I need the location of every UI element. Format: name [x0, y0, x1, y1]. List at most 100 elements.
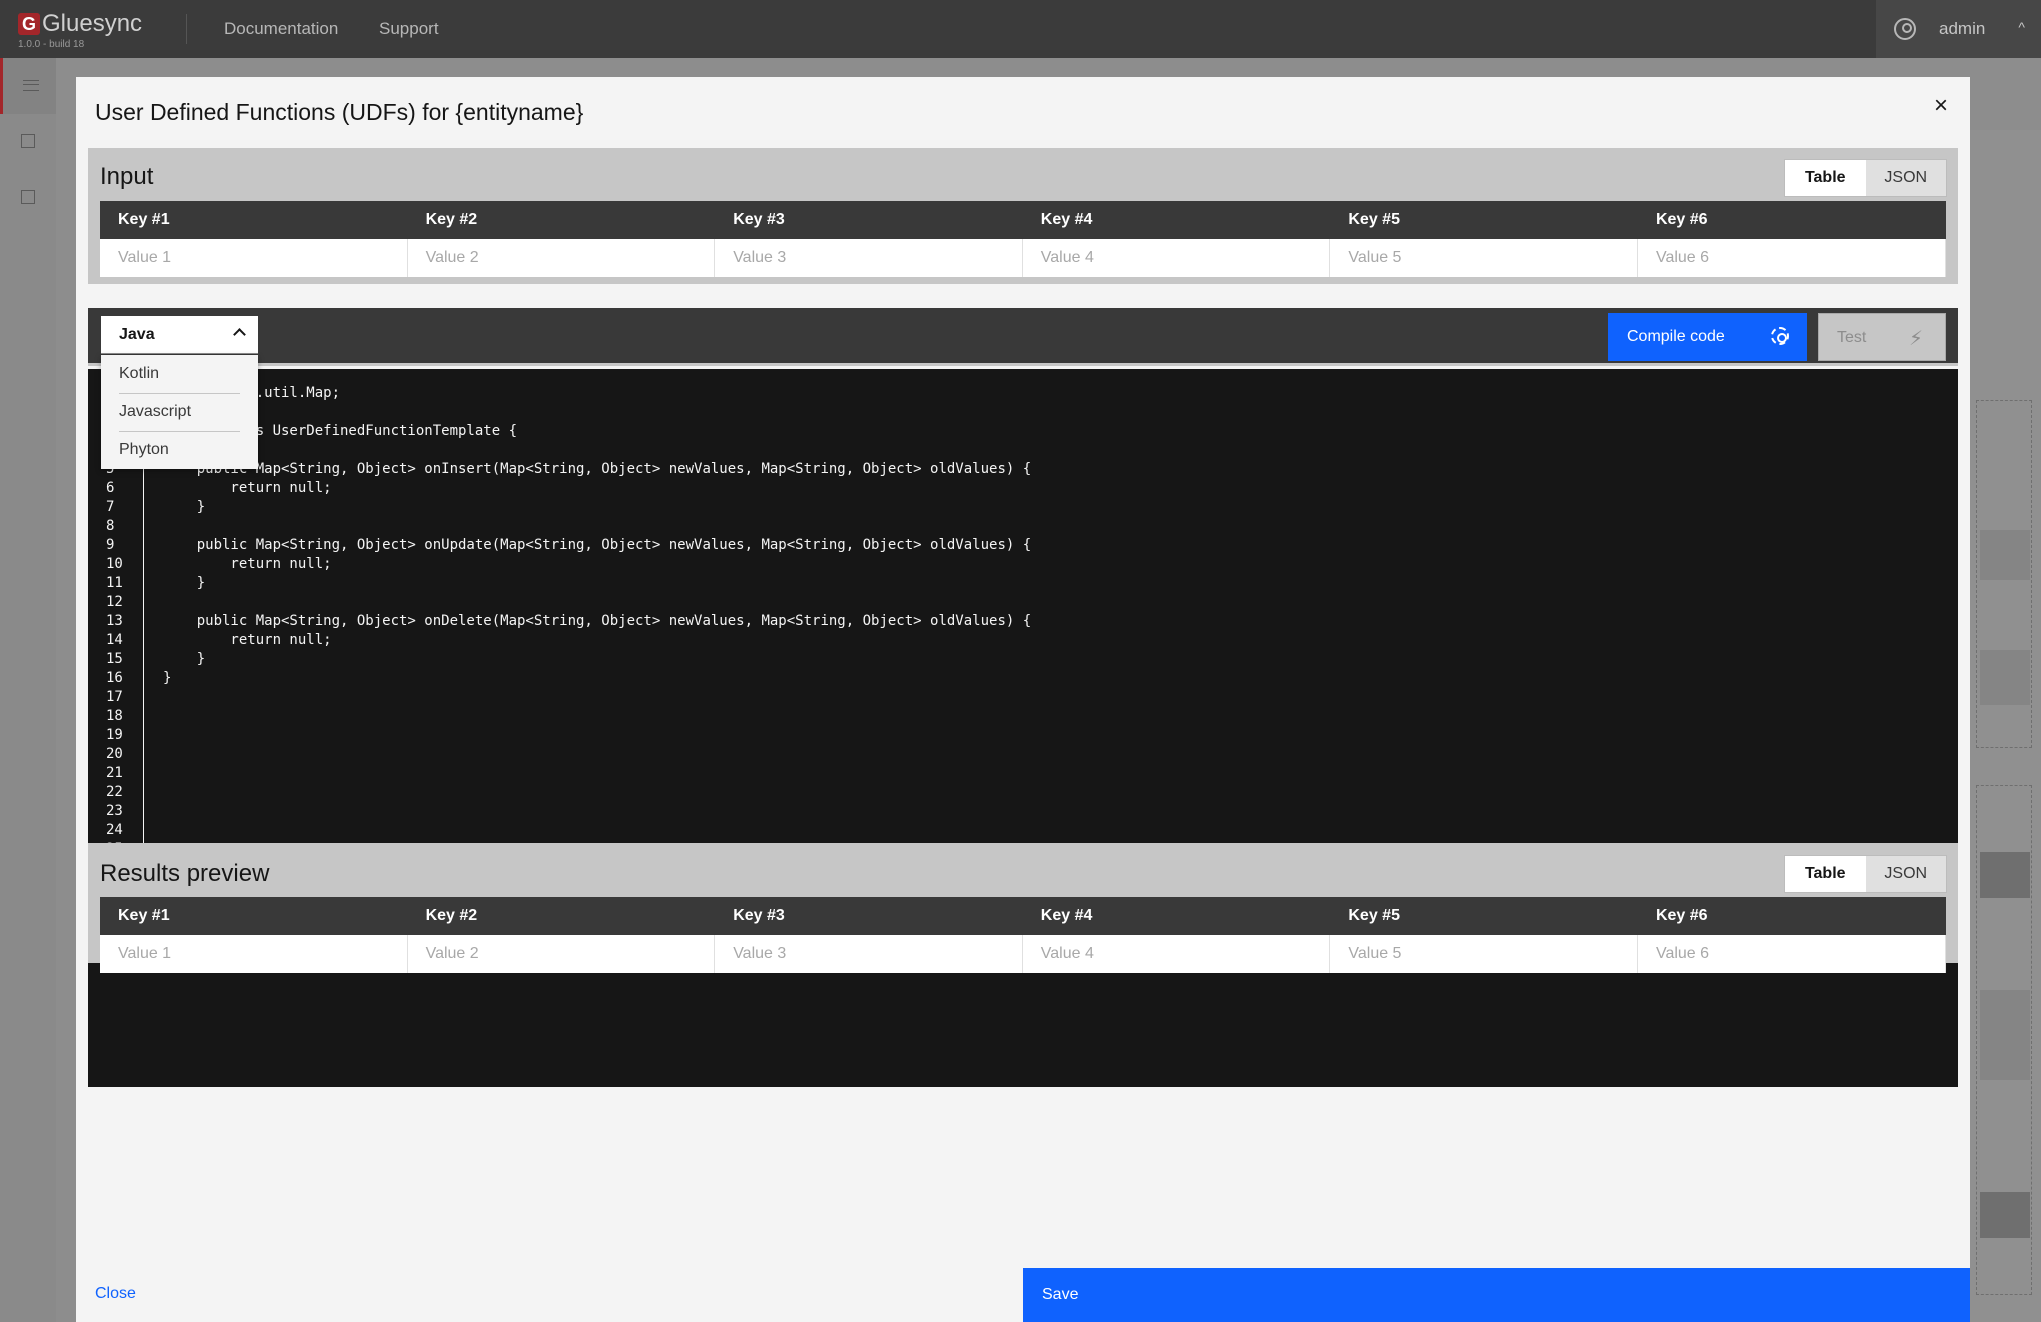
nav-documentation[interactable]: Documentation — [224, 19, 338, 39]
user-avatar-icon — [1894, 18, 1916, 40]
compile-code-button[interactable]: Compile code — [1608, 313, 1807, 361]
results-value-cell: Value 1 — [100, 935, 408, 973]
background-block — [1980, 990, 2030, 1080]
user-menu[interactable]: admin ^ — [1876, 0, 2041, 58]
input-header-cell: Key #5 — [1348, 211, 1400, 228]
input-value-cell[interactable]: Value 6 — [1638, 239, 1946, 277]
input-table-header: Key #1 Key #2 Key #3 Key #4 Key #5 Key #… — [100, 201, 1946, 239]
settings-gear-icon — [1771, 327, 1789, 345]
line-number: 19 — [106, 727, 123, 743]
brand[interactable]: G Gluesync 1.0.0 - build 18 — [18, 10, 186, 50]
app-version: 1.0.0 - build 18 — [18, 39, 85, 50]
code-line: } — [163, 499, 206, 515]
results-header-cell: Key #5 — [1348, 907, 1400, 924]
gluesync-logo-icon: G — [18, 13, 40, 35]
results-table-header: Key #1 Key #2 Key #3 Key #4 Key #5 Key #… — [100, 897, 1946, 935]
header-divider — [186, 14, 187, 44]
nav-support[interactable]: Support — [379, 19, 439, 39]
input-value-cell[interactable]: Value 4 — [1023, 239, 1331, 277]
save-button[interactable]: Save — [1023, 1268, 1970, 1322]
results-value-cell: Value 6 — [1638, 935, 1946, 973]
input-section: Input Table JSON Key #1 Key #2 Key #3 Ke… — [88, 148, 1958, 284]
code-line: } — [163, 575, 206, 591]
language-option-kotlin[interactable]: Kotlin — [101, 355, 258, 393]
input-value-cell[interactable]: Value 2 — [408, 239, 716, 277]
user-name: admin — [1939, 19, 1986, 38]
code-editor[interactable]: 1234567891011121314151617181920212223242… — [88, 369, 1958, 1087]
results-section: Results preview Table JSON Key #1 Key #2… — [88, 843, 1958, 973]
line-number: 18 — [106, 708, 123, 724]
line-number: 9 — [106, 537, 115, 553]
line-number: 10 — [106, 556, 123, 572]
code-line: return null; — [163, 480, 332, 496]
results-header-cell: Key #4 — [1040, 907, 1093, 924]
results-value-cell: Value 5 — [1330, 935, 1638, 973]
results-value-cell: Value 4 — [1023, 935, 1331, 973]
results-header-cell: Key #6 — [1655, 907, 1708, 924]
results-view-json[interactable]: JSON — [1865, 856, 1946, 892]
line-number: 22 — [106, 784, 123, 800]
code-line: return null; — [163, 556, 332, 572]
brand-name: Gluesync — [42, 10, 143, 37]
line-number: 21 — [106, 765, 123, 781]
line-number: 23 — [106, 803, 123, 819]
square-icon — [21, 190, 35, 204]
code-toolbar: Java Compile code Test ⚡︎ — [88, 308, 1958, 366]
code-line: public Map<String, Object> onInsert(Map<… — [163, 461, 1032, 477]
chevron-up-icon: ^ — [2018, 19, 2025, 35]
input-table-row: Value 1 Value 2 Value 3 Value 4 Value 5 … — [100, 239, 1946, 277]
line-number: 14 — [106, 632, 123, 648]
rail-item-2[interactable] — [0, 114, 56, 170]
input-value-cell[interactable]: Value 5 — [1330, 239, 1638, 277]
results-table-row: Value 1 Value 2 Value 3 Value 4 Value 5 … — [100, 935, 1946, 973]
side-rail — [0, 58, 56, 1322]
language-option-javascript[interactable]: Javascript — [101, 393, 258, 431]
line-number: 16 — [106, 670, 123, 686]
code-line: return null; — [163, 632, 332, 648]
modal-title: User Defined Functions (UDFs) for {entit… — [95, 99, 584, 125]
code-line: import java.util.Map; — [163, 385, 341, 401]
test-label: Test — [1837, 329, 1867, 346]
results-view-table[interactable]: Table — [1785, 856, 1866, 892]
line-number: 17 — [106, 689, 123, 705]
rail-item-3[interactable] — [0, 170, 56, 226]
results-value-cell: Value 2 — [408, 935, 716, 973]
line-number: 6 — [106, 480, 115, 496]
input-value-cell[interactable]: Value 3 — [715, 239, 1023, 277]
line-number: 24 — [106, 822, 123, 838]
rail-item-list[interactable] — [0, 58, 56, 114]
input-header-cell: Key #1 — [118, 211, 170, 228]
square-icon — [21, 134, 35, 148]
code-line: public class UserDefinedFunctionTemplate… — [163, 423, 518, 439]
language-menu: Kotlin Javascript Phyton — [101, 355, 258, 469]
line-number: 7 — [106, 499, 115, 515]
language-option-phyton[interactable]: Phyton — [101, 431, 258, 469]
input-header-cell: Key #4 — [1040, 211, 1093, 228]
code-line: public Map<String, Object> onUpdate(Map<… — [163, 537, 1032, 553]
test-button[interactable]: Test ⚡︎ — [1818, 313, 1946, 361]
input-value-cell[interactable]: Value 1 — [100, 239, 408, 277]
close-button[interactable]: Close — [95, 1285, 136, 1303]
input-title: Input — [100, 163, 154, 190]
input-table: Key #1 Key #2 Key #3 Key #4 Key #5 Key #… — [100, 201, 1946, 277]
input-view-table[interactable]: Table — [1785, 160, 1866, 196]
code-content[interactable]: import java.util.Map; public class UserDe… — [163, 384, 1031, 688]
input-view-json[interactable]: JSON — [1865, 160, 1946, 196]
background-block — [1980, 852, 2030, 898]
language-selected: Java — [119, 326, 155, 343]
language-dropdown[interactable]: Java — [101, 316, 258, 354]
results-table: Key #1 Key #2 Key #3 Key #4 Key #5 Key #… — [100, 897, 1946, 973]
close-icon[interactable]: × — [1928, 93, 1954, 119]
input-header-cell: Key #3 — [733, 211, 785, 228]
line-number: 8 — [106, 518, 115, 534]
code-line: public Map<String, Object> onDelete(Map<… — [163, 613, 1032, 629]
compile-code-label: Compile code — [1627, 328, 1725, 345]
results-view-switcher: Table JSON — [1784, 855, 1947, 893]
background-block — [1980, 650, 2030, 705]
line-number: 11 — [106, 575, 123, 591]
results-header-cell: Key #1 — [118, 907, 170, 924]
